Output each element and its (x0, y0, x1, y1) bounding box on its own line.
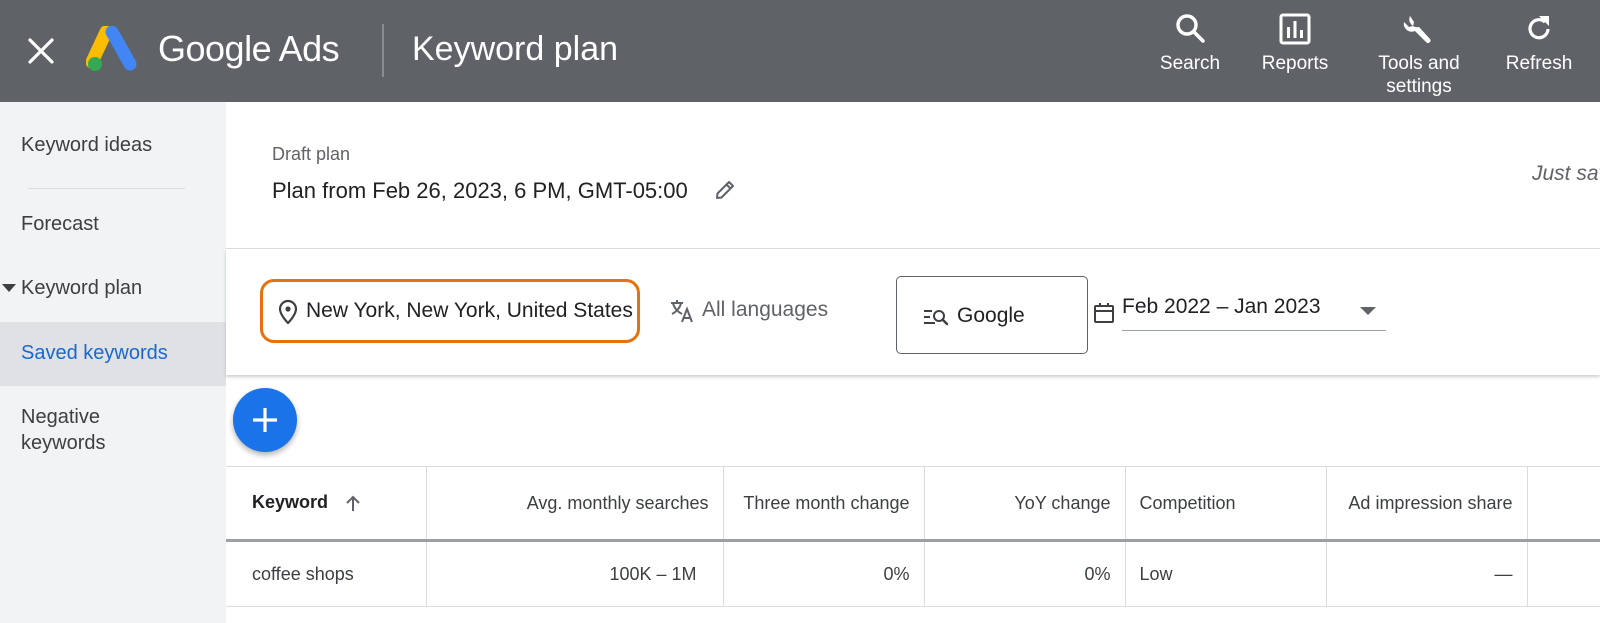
page-title: Keyword plan (412, 30, 619, 68)
close-icon[interactable] (26, 36, 56, 66)
reports-button[interactable]: Reports (1250, 12, 1340, 75)
sidebar-item-saved-keywords[interactable]: Saved keywords (0, 322, 226, 386)
brand-ads: Ads (278, 28, 340, 69)
cell-competition: Low (1124, 540, 1326, 607)
column-header-competition[interactable]: Competition (1124, 466, 1326, 542)
brand-name: Google Ads (158, 28, 340, 70)
dropdown-arrow-icon (1360, 307, 1376, 315)
sidebar-item-label: Negative keywords (21, 406, 106, 454)
column-header-extra (1526, 466, 1600, 542)
refresh-button[interactable]: Refresh (1496, 12, 1582, 75)
brand-google: Google (158, 28, 272, 69)
language-filter-label: All languages (702, 298, 829, 321)
header-divider (382, 24, 384, 77)
keywords-table: Keyword Avg. monthly searches Three mont… (226, 466, 1600, 607)
translate-icon (671, 300, 693, 323)
column-header-label: Avg. monthly searches (526, 492, 709, 513)
location-pin-icon (278, 299, 298, 325)
sidebar-item-forecast[interactable]: Forecast (0, 213, 226, 236)
column-header-ad-impression-share[interactable]: Ad impression share (1325, 466, 1527, 542)
cell-keyword: coffee shops (226, 540, 426, 607)
location-filter[interactable]: New York, New York, United States (260, 279, 640, 343)
filter-bar: New York, New York, United States All la… (226, 249, 1600, 375)
sidebar-item-label: Keyword plan (21, 277, 143, 299)
pencil-icon[interactable] (713, 178, 737, 202)
network-filter-label: Google (957, 304, 1025, 327)
sidebar-item-negative-keywords[interactable]: Negative keywords (0, 404, 130, 456)
network-filter[interactable]: Google (896, 276, 1088, 354)
tools-and-settings-button[interactable]: Tools and settings (1364, 12, 1474, 98)
plus-icon (253, 408, 277, 432)
calendar-icon (1094, 303, 1114, 323)
cell-three-month-change: 0% (722, 540, 924, 607)
cell-extra (1526, 540, 1600, 607)
caret-down-icon (2, 284, 16, 292)
main-content: Draft plan Plan from Feb 26, 2023, 6 PM,… (226, 102, 1600, 623)
sidebar-item-keyword-ideas[interactable]: Keyword ideas (0, 134, 226, 157)
table-header-row: Keyword Avg. monthly searches Three mont… (226, 466, 1600, 542)
add-keywords-button[interactable] (233, 388, 297, 452)
plan-name: Plan from Feb 26, 2023, 6 PM, GMT-05:00 (272, 178, 688, 203)
google-ads-logo-icon (85, 25, 138, 74)
draft-plan-label: Draft plan (272, 144, 351, 164)
cell-yoy-change: 0% (923, 540, 1125, 607)
sidebar-divider (28, 188, 185, 189)
location-filter-label: New York, New York, United States (306, 299, 633, 322)
search-icon (1176, 14, 1205, 43)
refresh-icon (1528, 16, 1550, 40)
date-range-label: Feb 2022 – Jan 2023 (1122, 295, 1321, 318)
sidebar: Keyword ideas Forecast Keyword plan Save… (0, 102, 226, 623)
cell-ad-impression-share: — (1325, 540, 1527, 607)
column-header-label: YoY change (1014, 492, 1111, 513)
column-header-label: Ad impression share (1348, 492, 1513, 513)
column-header-avg-monthly-searches[interactable]: Avg. monthly searches (425, 466, 723, 542)
search-network-icon (924, 310, 949, 326)
column-header-three-month-change[interactable]: Three month change (722, 466, 924, 542)
column-header-keyword[interactable]: Keyword (226, 466, 426, 542)
sidebar-item-label: Saved keywords (21, 342, 168, 364)
tools-label: Tools and settings (1378, 53, 1460, 97)
save-status: Just saved (1532, 162, 1600, 185)
top-app-bar: Google Ads Keyword plan Search Reports T… (0, 0, 1600, 102)
column-header-label: Keyword (252, 492, 329, 513)
sidebar-item-label: Forecast (21, 213, 99, 235)
search-label: Search (1159, 53, 1221, 74)
table-row[interactable]: coffee shops 100K – 1M 0% 0% Low — (226, 540, 1600, 607)
date-range-select[interactable]: Feb 2022 – Jan 2023 (1122, 291, 1386, 331)
reports-label: Reports (1261, 53, 1329, 74)
sort-ascending-icon[interactable] (343, 494, 363, 514)
search-button[interactable]: Search (1150, 12, 1230, 75)
column-header-label: Three month change (743, 492, 910, 513)
cell-avg-monthly-searches: 100K – 1M (425, 540, 723, 607)
wrench-icon (1403, 16, 1431, 43)
sidebar-item-label: Keyword ideas (21, 134, 153, 156)
refresh-label: Refresh (1505, 53, 1573, 74)
column-header-yoy-change[interactable]: YoY change (923, 466, 1125, 542)
language-filter[interactable]: All languages (668, 297, 848, 327)
column-header-label: Competition (1139, 492, 1236, 513)
sidebar-item-keyword-plan[interactable]: Keyword plan (0, 277, 226, 300)
bar-chart-icon (1279, 13, 1311, 45)
